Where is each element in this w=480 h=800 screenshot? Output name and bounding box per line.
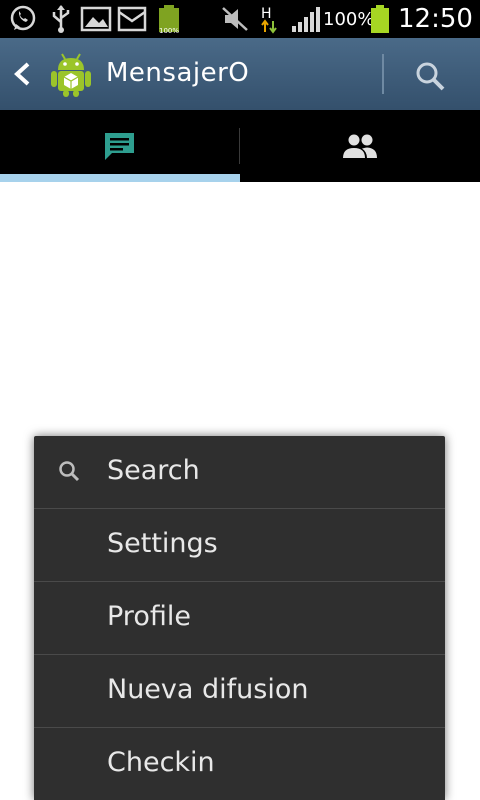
menu-item-profile[interactable]: Profile <box>34 582 445 655</box>
tab-contacts[interactable] <box>240 110 480 182</box>
tab-bar <box>0 110 480 182</box>
chat-icon <box>105 133 134 160</box>
clock: 12:50 <box>398 4 473 34</box>
search-button[interactable] <box>412 58 448 94</box>
whatsapp-icon <box>10 5 36 31</box>
overflow-menu: Search Settings Profile Nueva difusion C… <box>34 436 445 800</box>
menu-item-label: Checkin <box>107 747 215 778</box>
tab-chats[interactable] <box>0 110 240 182</box>
menu-item-label: Search <box>107 455 200 486</box>
gallery-icon <box>80 6 112 32</box>
mute-icon <box>222 7 248 31</box>
search-icon <box>59 461 80 482</box>
svg-text:H: H <box>261 6 272 22</box>
android-logo-icon <box>51 53 91 97</box>
menu-item-checkin[interactable]: Checkin <box>34 728 445 800</box>
battery-small-icon: 100% <box>159 5 179 35</box>
action-bar: MensajerO <box>0 38 480 110</box>
back-button[interactable] <box>8 58 38 90</box>
mail-icon <box>117 6 147 32</box>
action-bar-divider <box>382 54 384 94</box>
menu-item-settings[interactable]: Settings <box>34 509 445 582</box>
svg-text:100%: 100% <box>159 27 179 35</box>
menu-item-label: Profile <box>107 601 191 632</box>
menu-item-label: Nueva difusion <box>107 674 309 705</box>
people-icon <box>343 134 377 158</box>
menu-item-search[interactable]: Search <box>34 436 445 509</box>
menu-item-label: Settings <box>107 528 218 559</box>
battery-icon <box>371 5 389 33</box>
signal-icon <box>292 7 320 32</box>
app-title: MensajerO <box>106 58 250 88</box>
status-bar: 100% H 100% 12:50 <box>0 0 480 38</box>
network-h-icon: H <box>261 6 277 34</box>
selected-tab-indicator <box>0 174 240 182</box>
battery-percent: 100% <box>323 9 375 30</box>
usb-icon <box>52 5 70 33</box>
menu-item-nueva-difusion[interactable]: Nueva difusion <box>34 655 445 728</box>
